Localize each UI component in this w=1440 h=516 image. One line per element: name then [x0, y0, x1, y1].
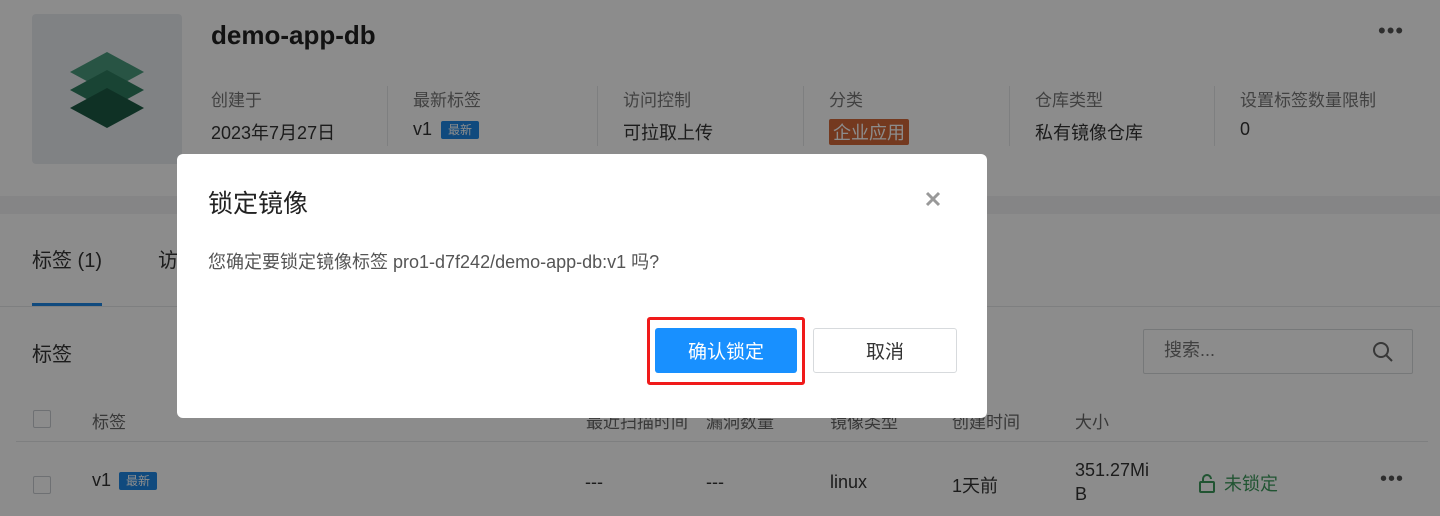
dialog-title: 锁定镜像	[208, 190, 309, 218]
confirm-lock-button[interactable]: 确认锁定	[655, 328, 797, 373]
dialog-message: 您确定要锁定镜像标签 pro1-d7f242/demo-app-db:v1 吗?	[208, 252, 660, 272]
lock-image-dialog: 锁定镜像 您确定要锁定镜像标签 pro1-d7f242/demo-app-db:…	[177, 154, 987, 418]
close-icon[interactable]	[922, 188, 944, 210]
cancel-button[interactable]: 取消	[813, 328, 957, 373]
